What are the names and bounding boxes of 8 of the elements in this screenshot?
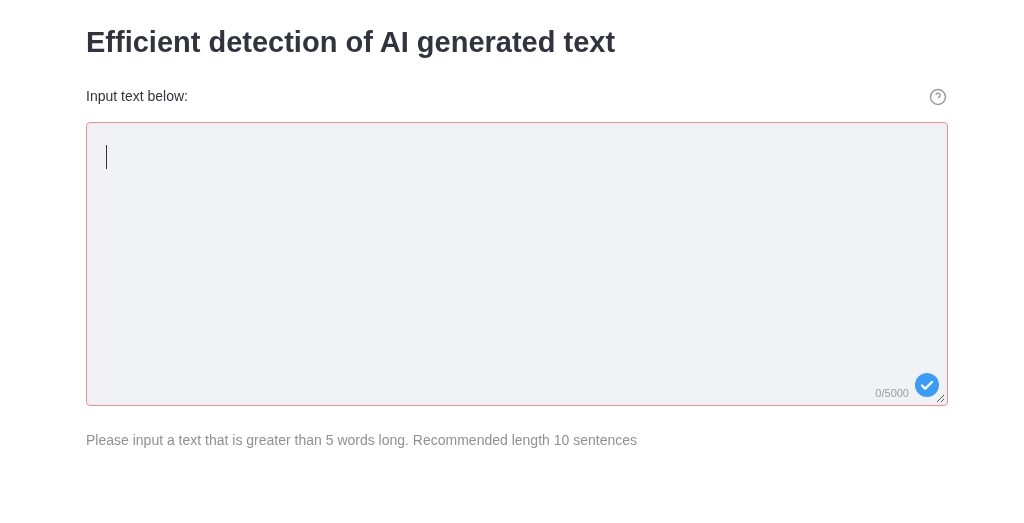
text-area[interactable]: 0/5000 (86, 122, 948, 406)
page-title: Efficient detection of AI generated text (86, 25, 616, 60)
help-icon[interactable] (929, 87, 947, 106)
text-cursor (106, 145, 107, 169)
field-label: Input text below: (86, 87, 188, 106)
help-text: Please input a text that is greater than 5 words long. Recommended length 10 sentences (86, 431, 638, 450)
resize-handle-icon[interactable] (936, 394, 945, 403)
character-counter: 0/5000 (875, 385, 909, 401)
